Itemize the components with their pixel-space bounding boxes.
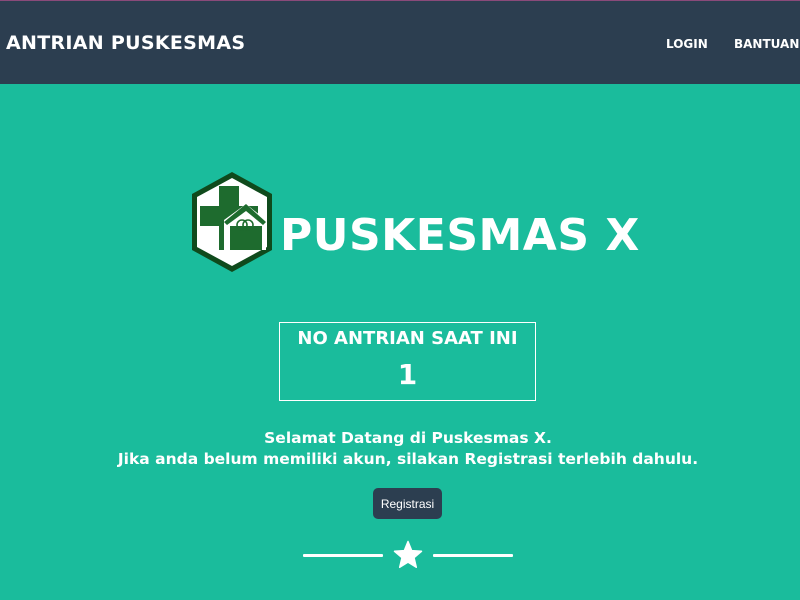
nav-login-link[interactable]: LOGIN [666, 36, 708, 52]
top-navbar: ANTRIAN PUSKESMAS LOGIN BANTUAN [0, 0, 800, 84]
register-button[interactable]: Registrasi [373, 488, 442, 519]
puskesmas-logo-icon [190, 170, 274, 274]
queue-label: NO ANTRIAN SAAT INI [297, 328, 518, 349]
star-icon [393, 540, 423, 569]
queue-box: NO ANTRIAN SAAT INI 1 [279, 322, 536, 401]
welcome-line-1: Selamat Datang di Puskesmas X. [264, 429, 552, 447]
brand-title[interactable]: ANTRIAN PUSKESMAS [6, 31, 245, 55]
star-divider [303, 538, 513, 572]
queue-number: 1 [397, 358, 418, 391]
welcome-line-2: Jika anda belum memiliki akun, silakan R… [117, 450, 699, 468]
hero-title: PUSKESMAS X [280, 210, 640, 261]
welcome-message: Selamat Datang di Puskesmas X. Jika anda… [0, 428, 800, 470]
nav-bantuan-link[interactable]: BANTUAN [734, 36, 799, 52]
divider-line-right [433, 554, 513, 557]
divider-line-left [303, 554, 383, 557]
